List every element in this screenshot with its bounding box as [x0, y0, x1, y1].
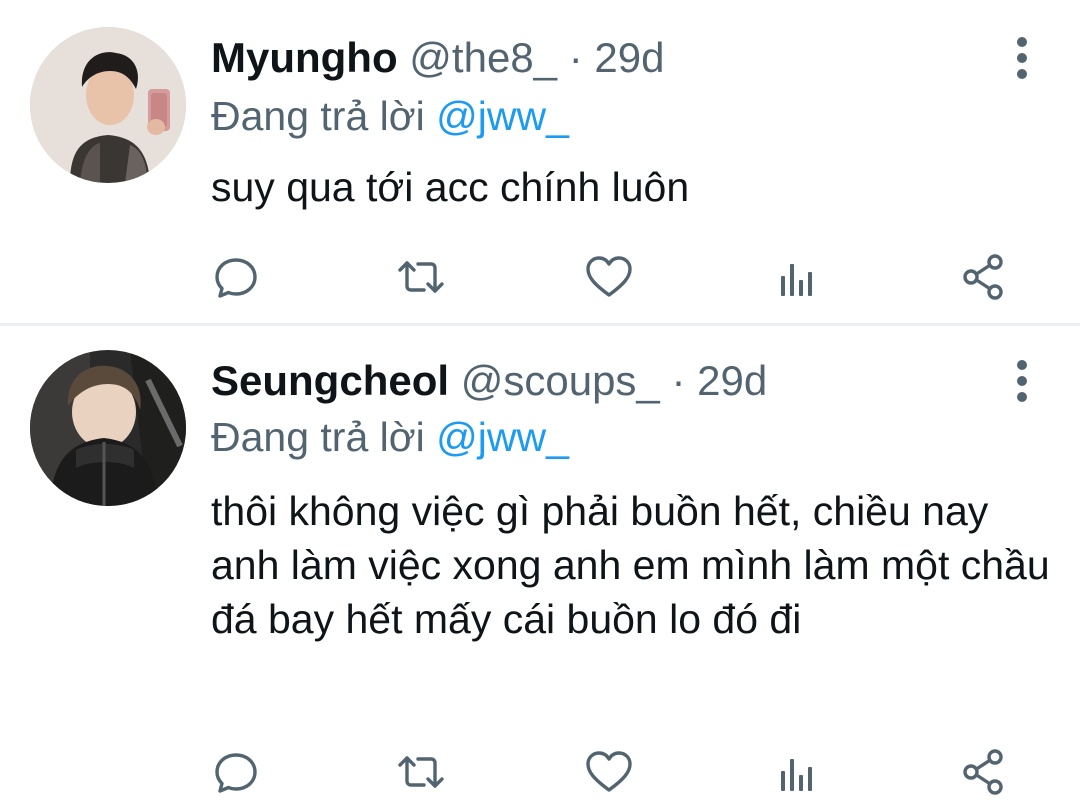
mention-link[interactable]: @jww_: [436, 93, 569, 139]
separator: ·: [557, 34, 595, 81]
action-bar: [211, 747, 1011, 797]
avatar-seungcheol[interactable]: [30, 350, 186, 506]
share-icon[interactable]: [959, 252, 1009, 302]
separator: ·: [659, 357, 698, 404]
display-name[interactable]: Seungcheol: [211, 357, 449, 404]
tweet-2[interactable]: Seungcheol @scoups_ · 29d Đang trả lời @…: [0, 326, 1080, 811]
tweet-1[interactable]: Myungho @the8_ · 29d Đang trả lời @jww_ …: [0, 0, 1080, 324]
action-bar: [211, 252, 1011, 302]
handle[interactable]: @scoups_: [461, 357, 660, 404]
retweet-icon[interactable]: [396, 252, 446, 302]
display-name[interactable]: Myungho: [211, 34, 398, 81]
timestamp[interactable]: 29d: [594, 34, 664, 81]
tweet-header: Myungho @the8_ · 29d: [211, 33, 664, 83]
tweet-header: Seungcheol @scoups_ · 29d: [211, 356, 767, 406]
reply-icon[interactable]: [211, 747, 261, 797]
handle[interactable]: @the8_: [409, 34, 557, 81]
like-icon[interactable]: [584, 747, 634, 797]
mention-link[interactable]: @jww_: [436, 414, 569, 460]
share-icon[interactable]: [959, 747, 1009, 797]
analytics-icon[interactable]: [773, 747, 823, 797]
retweet-icon[interactable]: [396, 747, 446, 797]
like-icon[interactable]: [584, 252, 634, 302]
more-icon[interactable]: [1010, 351, 1034, 411]
tweet-text: suy qua tới acc chính luôn: [211, 164, 690, 210]
replying-to: Đang trả lời @jww_: [211, 91, 569, 141]
more-icon[interactable]: [1010, 28, 1034, 88]
tweet-text: thôi không việc gì phải buồn hết, chiều …: [211, 488, 1050, 642]
timestamp[interactable]: 29d: [697, 357, 767, 404]
avatar-myungho[interactable]: [30, 27, 186, 183]
replying-prefix: Đang trả lời: [211, 93, 437, 139]
analytics-icon[interactable]: [773, 252, 823, 302]
reply-icon[interactable]: [211, 252, 261, 302]
replying-to: Đang trả lời @jww_: [211, 412, 569, 462]
replying-prefix: Đang trả lời: [211, 414, 437, 460]
